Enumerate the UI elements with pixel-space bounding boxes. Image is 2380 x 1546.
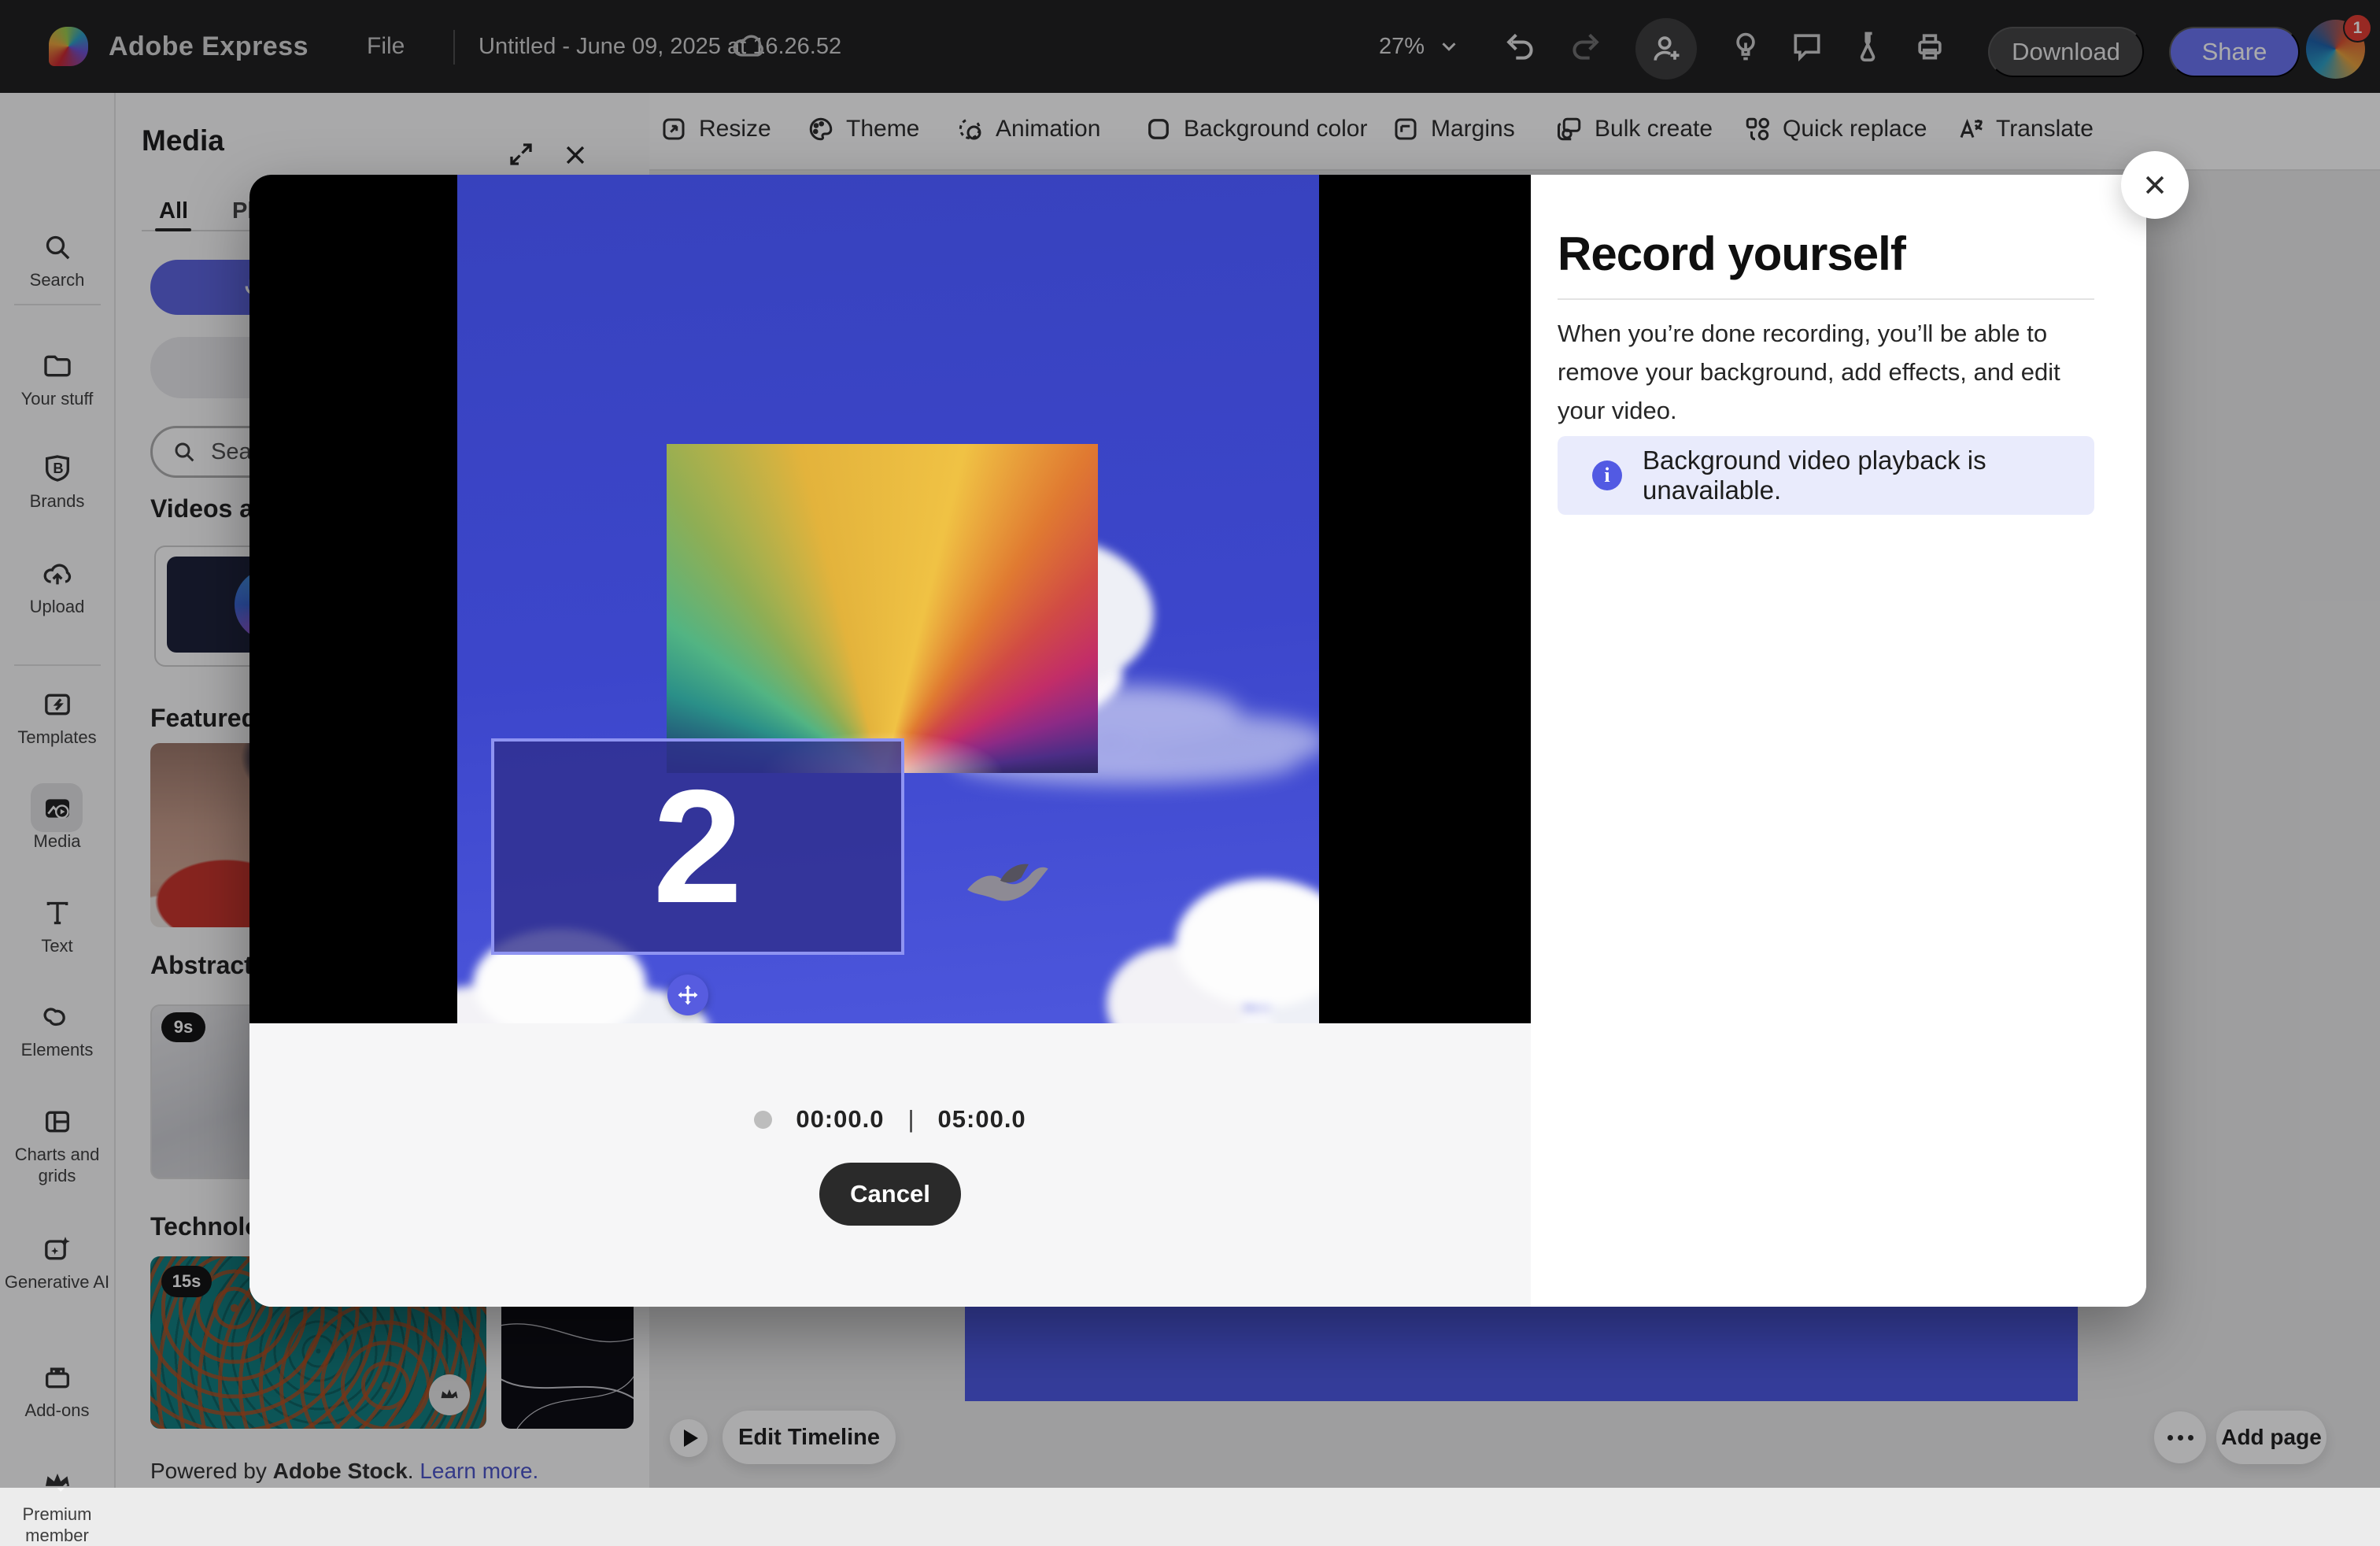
camera-preview-area: 2 00:00.0 | 05:00.0 Cancel	[249, 175, 1531, 1023]
info-message: Background video playback is unavailable…	[1643, 446, 2094, 505]
modal-divider	[1558, 298, 2094, 300]
close-icon	[2142, 172, 2168, 198]
modal-right-panel: Record yourself When you’re done recordi…	[1531, 175, 2146, 1307]
record-yourself-modal: 2 00:00.0 | 05:00.0 Cancel Record yourse…	[249, 175, 2146, 1307]
timer-total: 05:00.0	[938, 1105, 1026, 1134]
info-icon: i	[1592, 460, 1622, 490]
bird	[961, 848, 1051, 923]
info-banner: i Background video playback is unavailab…	[1558, 436, 2094, 515]
modal-title: Record yourself	[1558, 227, 2094, 281]
move-icon	[676, 983, 700, 1007]
scene-2-element[interactable]: 2	[491, 738, 904, 955]
recording-controls: 00:00.0 | 05:00.0 Cancel	[249, 1023, 1531, 1307]
timer-current: 00:00.0	[796, 1105, 884, 1134]
timer-row: 00:00.0 | 05:00.0	[249, 1105, 1531, 1134]
record-status-dot	[754, 1111, 772, 1129]
timer-separator: |	[907, 1105, 914, 1134]
move-handle[interactable]	[667, 975, 708, 1015]
artwork-layer[interactable]	[667, 444, 1098, 773]
modal-close-button[interactable]	[2121, 151, 2189, 219]
scene-number: 2	[652, 766, 742, 927]
cancel-button[interactable]: Cancel	[819, 1163, 961, 1226]
modal-description: When you’re done recording, you’ll be ab…	[1558, 314, 2097, 430]
cloud	[1087, 844, 1319, 1023]
video-preview: 2	[457, 175, 1319, 1023]
